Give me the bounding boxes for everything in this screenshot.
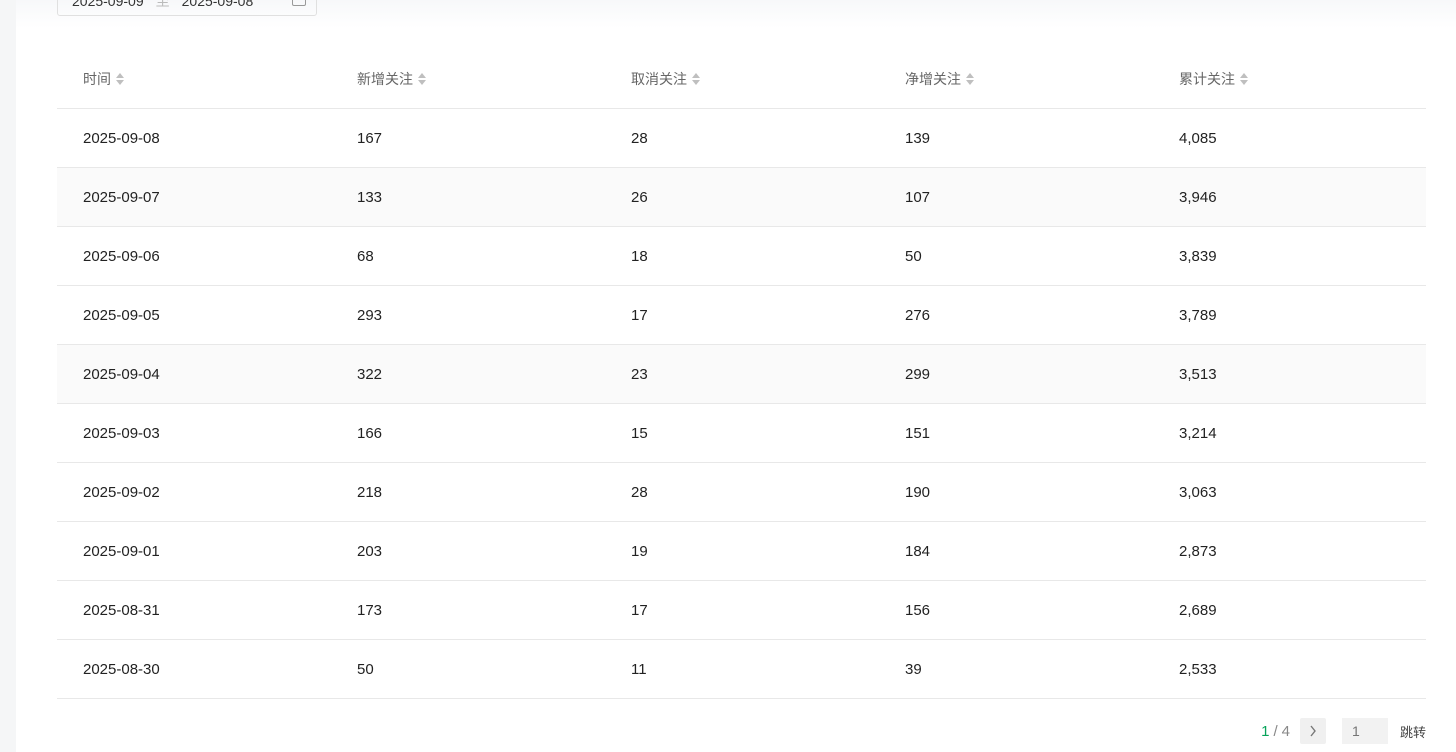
pagination-separator: / xyxy=(1273,722,1278,740)
table-cell: 203 xyxy=(331,521,605,581)
table-row: 2025-09-02 218 28 190 3,063 xyxy=(57,462,1426,522)
table-cell: 4,085 xyxy=(1153,108,1426,168)
table-cell: 2025-08-30 xyxy=(57,639,331,699)
table-cell: 2025-09-08 xyxy=(57,108,331,168)
sort-icon[interactable] xyxy=(691,71,701,87)
table-cell: 17 xyxy=(605,580,879,640)
column-header-label: 时间 xyxy=(83,71,111,87)
table-cell: 151 xyxy=(879,403,1153,463)
table-cell: 15 xyxy=(605,403,879,463)
table-cell: 39 xyxy=(879,639,1153,699)
table-cell: 190 xyxy=(879,462,1153,522)
table-cell: 3,214 xyxy=(1153,403,1426,463)
table-cell: 23 xyxy=(605,344,879,404)
table-cell: 2025-09-07 xyxy=(57,167,331,227)
column-header-label: 新增关注 xyxy=(357,71,413,87)
page-jump-input[interactable] xyxy=(1341,718,1388,744)
table-cell: 299 xyxy=(879,344,1153,404)
jump-button[interactable]: 跳转 xyxy=(1400,722,1426,741)
column-header-label: 取消关注 xyxy=(631,71,687,87)
table-cell: 28 xyxy=(605,108,879,168)
calendar-icon[interactable] xyxy=(292,0,306,6)
table-cell: 26 xyxy=(605,167,879,227)
table-cell: 2,533 xyxy=(1153,639,1426,699)
table-cell: 3,839 xyxy=(1153,226,1426,286)
table-row: 2025-09-07 133 26 107 3,946 xyxy=(57,167,1426,227)
table-cell: 2025-09-01 xyxy=(57,521,331,581)
table-cell: 2025-09-02 xyxy=(57,462,331,522)
table-row: 2025-09-05 293 17 276 3,789 xyxy=(57,285,1426,345)
chevron-right-icon xyxy=(1310,725,1316,737)
table-cell: 167 xyxy=(331,108,605,168)
table-cell: 107 xyxy=(879,167,1153,227)
table-cell: 173 xyxy=(331,580,605,640)
table-cell: 3,946 xyxy=(1153,167,1426,227)
table-cell: 28 xyxy=(605,462,879,522)
table-cell: 11 xyxy=(605,639,879,699)
table-row: 2025-08-31 173 17 156 2,689 xyxy=(57,580,1426,640)
table-cell: 218 xyxy=(331,462,605,522)
table-cell: 184 xyxy=(879,521,1153,581)
table-row: 2025-09-01 203 19 184 2,873 xyxy=(57,521,1426,581)
table-header-row: 时间 新增关注 取消关注 净增关注 累计关注 xyxy=(57,50,1426,109)
column-header-4[interactable]: 累计关注 xyxy=(1153,50,1426,109)
table-cell: 2025-08-31 xyxy=(57,580,331,640)
table-cell: 2025-09-05 xyxy=(57,285,331,345)
table-row: 2025-09-03 166 15 151 3,214 xyxy=(57,403,1426,463)
table-cell: 2,873 xyxy=(1153,521,1426,581)
table-cell: 2025-09-03 xyxy=(57,403,331,463)
column-header-0[interactable]: 时间 xyxy=(57,50,331,109)
table-cell: 156 xyxy=(879,580,1153,640)
table-cell: 2025-09-04 xyxy=(57,344,331,404)
pagination-total: 4 xyxy=(1281,722,1290,740)
table-cell: 139 xyxy=(879,108,1153,168)
table-row: 2025-09-06 68 18 50 3,839 xyxy=(57,226,1426,286)
followers-table: 时间 新增关注 取消关注 净增关注 累计关注 2025-09-08 167 28 139 4,0… xyxy=(57,50,1426,699)
table-cell: 3,063 xyxy=(1153,462,1426,522)
date-end: 2025-09-08 xyxy=(181,0,254,9)
table-cell: 3,789 xyxy=(1153,285,1426,345)
column-header-1[interactable]: 新增关注 xyxy=(331,50,605,109)
column-header-3[interactable]: 净增关注 xyxy=(879,50,1153,109)
table-cell: 166 xyxy=(331,403,605,463)
date-range-picker[interactable]: 2025-09-09 至 2025-09-08 xyxy=(57,0,317,16)
sort-icon[interactable] xyxy=(1239,71,1249,87)
table-row: 2025-08-30 50 11 39 2,533 xyxy=(57,639,1426,699)
pagination: 1 / 4 跳转 xyxy=(1261,718,1426,744)
next-page-button[interactable] xyxy=(1299,718,1326,744)
table-cell: 2025-09-06 xyxy=(57,226,331,286)
date-separator: 至 xyxy=(155,0,170,9)
column-header-2[interactable]: 取消关注 xyxy=(605,50,879,109)
table-cell: 19 xyxy=(605,521,879,581)
table-cell: 293 xyxy=(331,285,605,345)
table-cell: 68 xyxy=(331,226,605,286)
table-cell: 133 xyxy=(331,167,605,227)
table-cell: 50 xyxy=(879,226,1153,286)
table-body: 2025-09-08 167 28 139 4,085 2025-09-07 133 26 10… xyxy=(57,108,1426,699)
sort-icon[interactable] xyxy=(115,71,125,87)
table-cell: 322 xyxy=(331,344,605,404)
table-cell: 50 xyxy=(331,639,605,699)
date-start: 2025-09-09 xyxy=(72,0,144,9)
sort-icon[interactable] xyxy=(965,71,975,87)
table-cell: 18 xyxy=(605,226,879,286)
column-header-label: 累计关注 xyxy=(1179,71,1235,87)
column-header-label: 净增关注 xyxy=(905,71,961,87)
sort-icon[interactable] xyxy=(417,71,427,87)
table-cell: 17 xyxy=(605,285,879,345)
table-row: 2025-09-08 167 28 139 4,085 xyxy=(57,108,1426,168)
pagination-current: 1 xyxy=(1261,722,1270,740)
table-row: 2025-09-04 322 23 299 3,513 xyxy=(57,344,1426,404)
table-cell: 276 xyxy=(879,285,1153,345)
table-cell: 2,689 xyxy=(1153,580,1426,640)
table-cell: 3,513 xyxy=(1153,344,1426,404)
content-card: 2025-09-09 至 2025-09-08 时间 新增关注 取消关注 净增关注 累计… xyxy=(16,0,1456,752)
